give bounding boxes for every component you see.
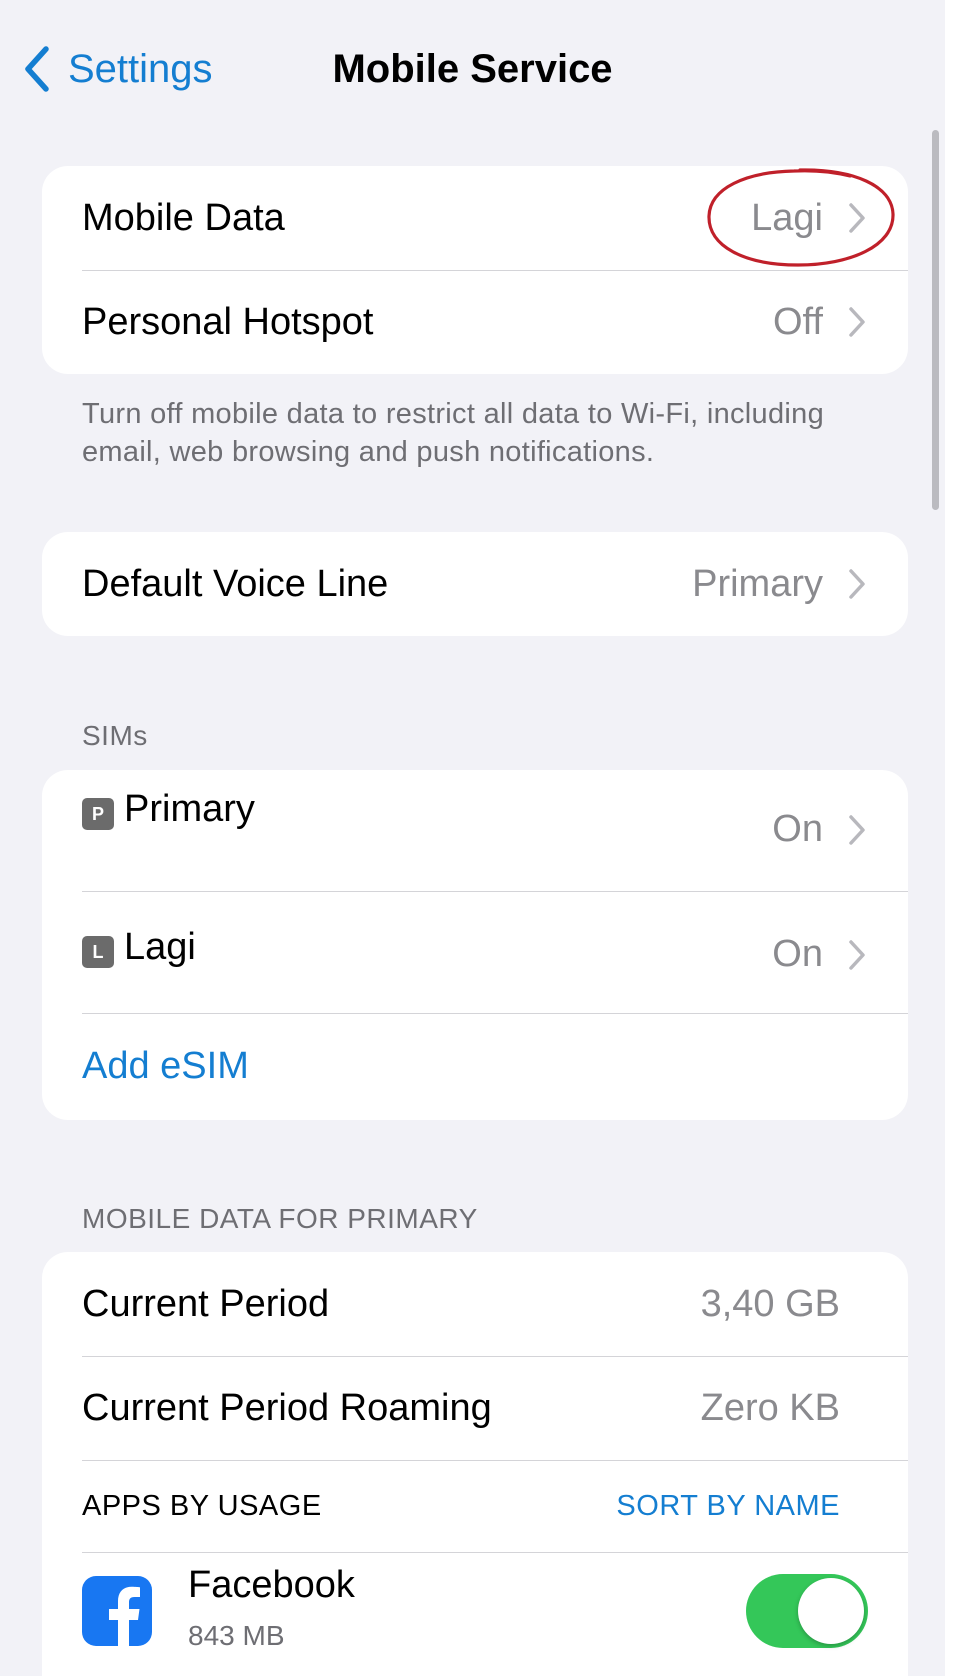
chevron-right-icon	[849, 940, 865, 970]
usage-group: Current Period 3,40 GB Current Period Ro…	[42, 1252, 908, 1676]
chevron-right-icon	[849, 815, 865, 845]
mobile-data-value: Lagi	[751, 196, 823, 239]
app-row-facebook: Facebook 843 MB	[42, 1552, 908, 1676]
page: Settings Mobile Service Mobile Data Lagi…	[0, 0, 960, 1676]
chevron-right-icon	[849, 307, 865, 337]
scrollbar[interactable]	[932, 130, 939, 510]
current-period-label: Current Period	[82, 1282, 330, 1325]
mobile-data-row[interactable]: Mobile Data Lagi	[42, 166, 908, 270]
personal-hotspot-row[interactable]: Personal Hotspot Off	[42, 270, 908, 374]
usage-section-header: MOBILE DATA FOR PRIMARY	[82, 1203, 478, 1234]
mobile-data-footnote: Turn off mobile data to restrict all dat…	[82, 398, 824, 468]
default-voice-line-value: Primary	[692, 562, 823, 605]
sims-group: P Primary On L Lagi On Add eSIM	[42, 770, 908, 1120]
sim-label-primary: Primary	[124, 788, 255, 830]
sim-row-lagi[interactable]: L Lagi On	[42, 891, 908, 1013]
sim-row-primary[interactable]: P Primary On	[42, 770, 908, 891]
roaming-label: Current Period Roaming	[82, 1386, 492, 1429]
default-voice-line-label: Default Voice Line	[82, 562, 389, 605]
sort-by-name-button[interactable]: SORT BY NAME	[616, 1490, 840, 1523]
facebook-data-toggle[interactable]	[746, 1574, 868, 1648]
chevron-right-icon	[849, 569, 865, 599]
facebook-icon	[82, 1576, 152, 1646]
personal-hotspot-value: Off	[773, 300, 823, 343]
sim-label-lagi: Lagi	[124, 926, 196, 968]
page-title: Mobile Service	[332, 47, 613, 91]
apps-by-usage-header: APPS BY USAGE	[82, 1489, 322, 1522]
apps-by-usage-row: APPS BY USAGE SORT BY NAME	[42, 1460, 908, 1552]
voice-line-group: Default Voice Line Primary	[42, 532, 908, 636]
current-period-row: Current Period 3,40 GB	[42, 1252, 908, 1356]
sims-section-header: SIMs	[82, 720, 148, 751]
add-esim-link[interactable]: Add eSIM	[82, 1045, 249, 1088]
sim-status-primary: On	[772, 808, 823, 850]
sim-status-lagi: On	[772, 933, 823, 975]
roaming-value: Zero KB	[700, 1386, 840, 1429]
app-name: Facebook	[188, 1564, 355, 1606]
right-edge	[945, 0, 960, 1676]
current-period-value: 3,40 GB	[700, 1282, 840, 1325]
mobile-data-label: Mobile Data	[82, 196, 285, 239]
add-esim-row[interactable]: Add eSIM	[42, 1013, 908, 1120]
mobile-data-group: Mobile Data Lagi Personal Hotspot Off	[42, 166, 908, 374]
sim-badge-primary: P	[82, 798, 114, 830]
chevron-right-icon	[849, 203, 865, 233]
app-data-size: 843 MB	[188, 1620, 285, 1651]
default-voice-line-row[interactable]: Default Voice Line Primary	[42, 532, 908, 636]
personal-hotspot-label: Personal Hotspot	[82, 300, 374, 343]
navigation-bar: Settings Mobile Service	[0, 0, 945, 140]
sim-badge-lagi: L	[82, 936, 114, 968]
roaming-row: Current Period Roaming Zero KB	[42, 1356, 908, 1460]
toggle-knob	[798, 1578, 864, 1644]
